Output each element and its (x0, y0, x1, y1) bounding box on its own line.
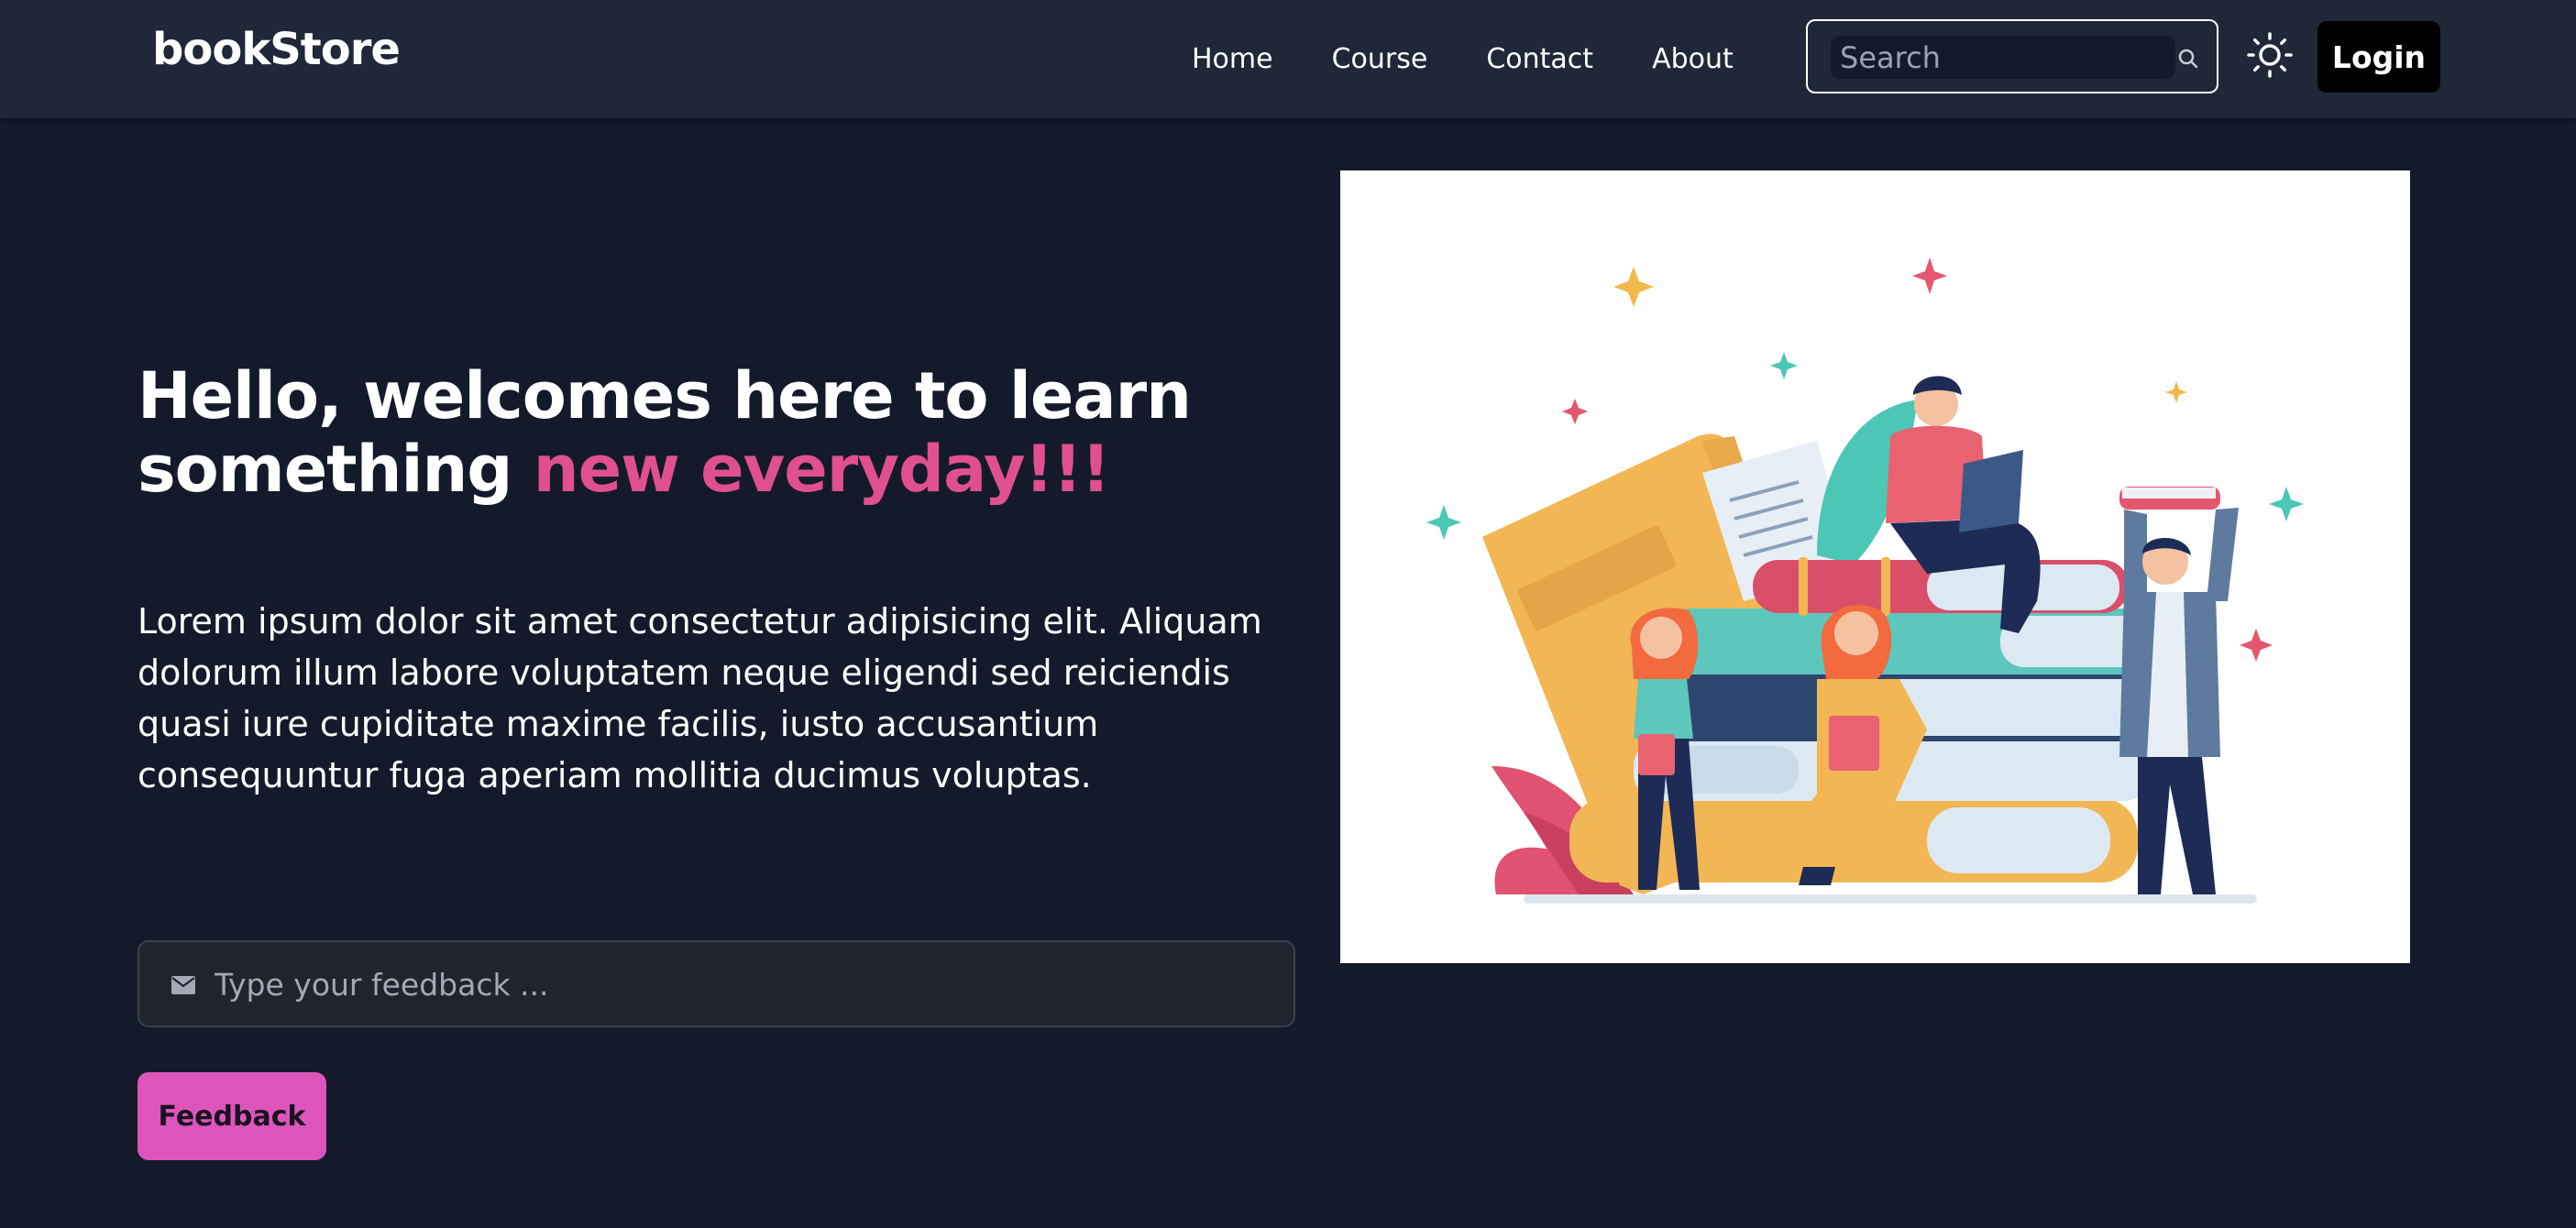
sun-icon[interactable] (2246, 31, 2294, 79)
nav-link-contact[interactable]: Contact (1486, 43, 1593, 75)
envelope-icon (171, 976, 195, 994)
search-input[interactable] (1831, 36, 2175, 79)
hero-illustration (1340, 170, 2410, 963)
nav-link-course[interactable]: Course (1332, 43, 1428, 75)
hero-title: Hello, welcomes here to learn something … (138, 359, 1329, 506)
navbar: bookStore Home Course Contact About Logi… (0, 0, 2576, 118)
nav-link-about[interactable]: About (1652, 43, 1734, 75)
search-icon[interactable] (2176, 47, 2200, 71)
feedback-input[interactable] (213, 959, 1271, 1011)
feedback-field (138, 940, 1295, 1027)
books-people-illustration (1426, 258, 2304, 904)
login-button[interactable]: Login (2317, 21, 2440, 93)
hero-title-accent: new everyday!!! (533, 432, 1111, 507)
nav-links: Home Course Contact About (1192, 0, 1792, 118)
nav-link-home[interactable]: Home (1192, 43, 1273, 75)
feedback-button[interactable]: Feedback (138, 1072, 326, 1160)
brand-logo[interactable]: bookStore (152, 24, 401, 75)
search-box (1806, 19, 2218, 93)
hero-description: Lorem ipsum dolor sit amet consectetur a… (138, 601, 1262, 795)
